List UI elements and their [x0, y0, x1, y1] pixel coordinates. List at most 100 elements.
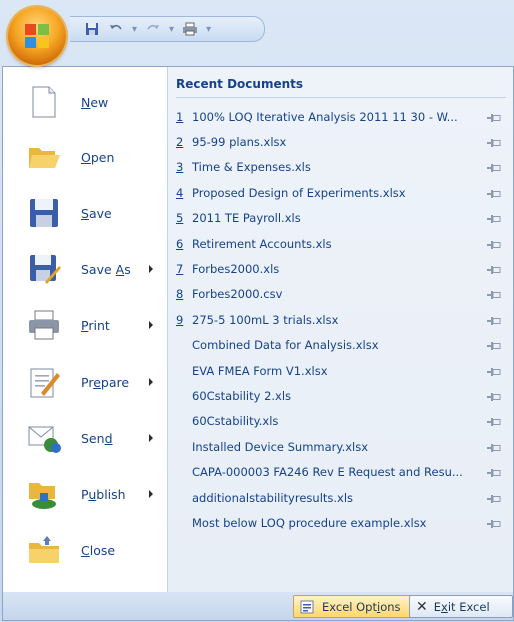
save-icon[interactable] [84, 21, 100, 37]
redo-icon[interactable] [145, 21, 161, 37]
menu-item-open[interactable]: Open [9, 130, 161, 184]
recent-document-name: EVA FMEA Form V1.xlsx [192, 363, 328, 378]
pin-icon[interactable] [486, 239, 502, 249]
recent-document-item[interactable]: 5 2011 TE Payroll.xls [176, 206, 508, 231]
recent-document-item[interactable]: 8 Forbes2000.csv [176, 282, 508, 307]
recent-document-item[interactable]: 9 275-5 100mL 3 trials.xlsx [176, 307, 508, 332]
submenu-arrow-icon [149, 321, 153, 329]
recent-document-item[interactable]: 2 95-99 plans.xlsx [176, 129, 508, 154]
customize-toolbar-icon[interactable]: ▾ [206, 24, 211, 35]
recent-document-item[interactable]: 7 Forbes2000.xls [176, 256, 508, 281]
recent-document-name: Combined Data for Analysis.xlsx [192, 338, 379, 353]
save-disk-icon [27, 196, 61, 230]
recent-document-item[interactable]: 60Cstability.xls [176, 409, 508, 434]
open-folder-icon [27, 140, 61, 174]
menu-footer: Excel Options ✕ Exit Excel [2, 592, 514, 621]
recent-document-name: Forbes2000.csv [192, 287, 283, 302]
menu-item-prepare[interactable]: Prepare [9, 355, 161, 409]
submenu-arrow-icon [149, 490, 153, 498]
pin-icon[interactable] [486, 188, 502, 198]
recent-document-number: 4 [176, 185, 184, 200]
prepare-icon [27, 365, 61, 399]
recent-document-number: 8 [176, 287, 184, 302]
recent-document-name: CAPA-000003 FA246 Rev E Request and Resu… [192, 465, 463, 480]
pin-icon[interactable] [486, 416, 502, 427]
menu-item-send[interactable]: Send [9, 411, 161, 465]
undo-dropdown-icon[interactable]: ▾ [132, 24, 137, 35]
recent-document-name: 95-99 plans.xlsx [192, 135, 287, 150]
pin-icon[interactable] [486, 493, 502, 503]
pin-icon[interactable] [486, 366, 502, 376]
recent-document-item[interactable]: Installed Device Summary.xlsx [176, 434, 508, 459]
exit-excel-label: Exit Excel [433, 599, 490, 614]
pin-icon[interactable] [486, 213, 502, 224]
publish-icon [27, 477, 61, 511]
recent-document-name: 60Cstability.xls [192, 414, 279, 429]
pin-icon[interactable] [486, 442, 502, 452]
pin-icon[interactable] [486, 112, 502, 122]
recent-document-item[interactable]: 3 Time & Expenses.xls [176, 155, 508, 180]
excel-options-button[interactable]: Excel Options [293, 595, 415, 618]
recent-document-item[interactable]: additionalstabilityresults.xls [176, 485, 508, 510]
pin-icon[interactable] [486, 391, 502, 401]
close-x-icon: ✕ [416, 598, 428, 615]
recent-document-name: Most below LOQ procedure example.xlsx [192, 515, 427, 530]
recent-document-item[interactable]: 4 Proposed Design of Experiments.xlsx [176, 180, 508, 205]
pin-icon[interactable] [486, 315, 502, 325]
send-icon [27, 421, 61, 455]
recent-document-number: 3 [176, 160, 184, 175]
recent-document-number: 7 [176, 262, 184, 277]
recent-document-name: Time & Expenses.xls [192, 160, 311, 175]
pin-icon[interactable] [486, 289, 502, 300]
save-as-icon [27, 252, 61, 286]
recent-documents-list: 1 100% LOQ Iterative Analysis 2011 11 30 … [176, 104, 508, 536]
recent-document-name: Installed Device Summary.xlsx [192, 439, 369, 454]
submenu-arrow-icon [149, 378, 153, 386]
recent-document-name: 60Cstability 2.xls [192, 388, 292, 403]
recent-document-name: Proposed Design of Experiments.xlsx [192, 185, 406, 200]
office-button[interactable] [8, 7, 66, 65]
recent-document-number: 2 [176, 135, 184, 150]
recent-document-item[interactable]: Most below LOQ procedure example.xlsx [176, 510, 508, 535]
command-list: New Open Save Save As Print Prepare Send Publis… [3, 67, 168, 593]
menu-item-label: Close [81, 542, 116, 558]
redo-dropdown-icon[interactable]: ▾ [169, 24, 174, 35]
new-document-icon [27, 85, 61, 119]
recent-document-name: 100% LOQ Iterative Analysis 2011 11 30 -… [192, 109, 458, 124]
pin-icon[interactable] [486, 137, 502, 148]
menu-item-save-as[interactable]: Save As [9, 242, 161, 296]
recent-document-item[interactable]: 60Cstability 2.xls [176, 383, 508, 408]
menu-item-label: Print [81, 317, 110, 333]
pin-icon[interactable] [486, 518, 502, 528]
recent-document-number: 5 [176, 211, 184, 226]
pin-icon[interactable] [486, 264, 502, 275]
submenu-arrow-icon [149, 265, 153, 273]
menu-item-save[interactable]: Save [9, 186, 161, 240]
menu-item-label: Open [81, 149, 115, 165]
recent-document-item[interactable]: CAPA-000003 FA246 Rev E Request and Resu… [176, 459, 508, 484]
options-icon [300, 600, 314, 613]
undo-icon[interactable] [108, 21, 124, 37]
recent-document-name: Retirement Accounts.xls [192, 236, 332, 251]
recent-document-item[interactable]: Combined Data for Analysis.xlsx [176, 333, 508, 358]
pin-icon[interactable] [486, 162, 502, 173]
excel-window: ▾ ▾ ▾ New Open Save Save As Print Prepare Send… [0, 0, 514, 622]
menu-item-publish[interactable]: Publish [9, 467, 161, 521]
recent-document-item[interactable]: 1 100% LOQ Iterative Analysis 2011 11 30 … [176, 104, 508, 129]
exit-excel-button[interactable]: ✕ Exit Excel [409, 595, 513, 618]
excel-options-label: Excel Options [322, 599, 401, 614]
printer-icon [27, 308, 61, 342]
pin-icon[interactable] [486, 340, 502, 351]
pin-icon[interactable] [486, 467, 502, 478]
print-icon[interactable] [182, 21, 198, 37]
menu-item-close[interactable]: Close [9, 523, 161, 577]
recent-document-name: 275-5 100mL 3 trials.xlsx [192, 312, 339, 327]
recent-document-item[interactable]: 6 Retirement Accounts.xls [176, 231, 508, 256]
menu-item-new[interactable]: New [9, 75, 161, 129]
recent-documents-title: Recent Documents [176, 77, 506, 98]
recent-document-name: additionalstabilityresults.xls [192, 490, 354, 505]
close-folder-icon [27, 533, 61, 567]
menu-item-print[interactable]: Print [9, 298, 161, 352]
recent-document-item[interactable]: EVA FMEA Form V1.xlsx [176, 358, 508, 383]
office-logo-icon [25, 24, 49, 48]
